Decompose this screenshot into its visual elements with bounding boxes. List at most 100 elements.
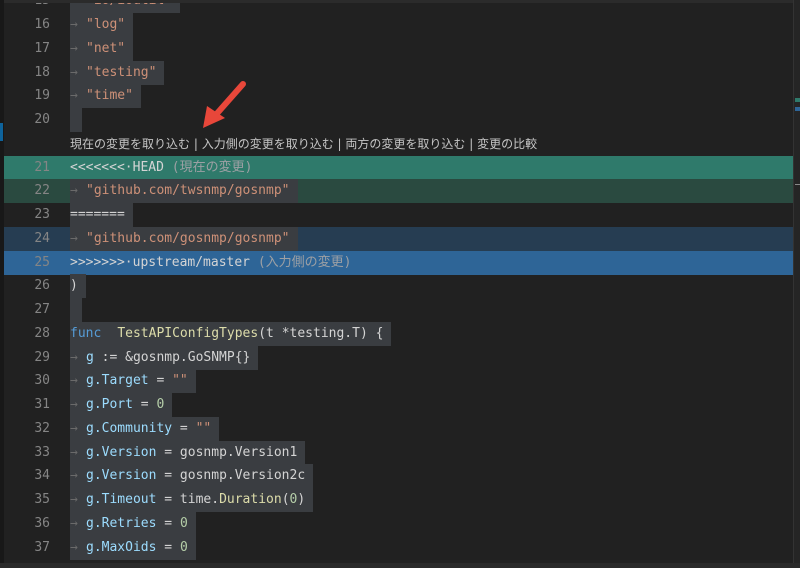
line-number: 35: [34, 492, 50, 507]
code-line: 29 → g := &gosnmp.GoSNMP{}: [0, 345, 793, 370]
code-text: [70, 298, 82, 322]
selection-highlight: → g.MaxOids = 0: [70, 535, 196, 560]
code-line: 25 >>>>>>>·upstream/master (入力側の変更): [0, 250, 793, 275]
selection-highlight: → g.Timeout = time.Duration(0): [70, 488, 314, 512]
cursor-line-marker: [0, 123, 3, 141]
token-field: g.MaxOids: [86, 539, 157, 555]
code-line: 33 → g.Version = gosnmp.Version1: [0, 440, 793, 465]
line-number: 28: [34, 325, 50, 341]
token-hint: (現在の変更): [163, 159, 253, 175]
codelens-accept-both[interactable]: 両方の変更を取り込む: [345, 137, 465, 151]
code-text: [70, 108, 82, 132]
tab-arrow-icon: →: [70, 539, 78, 555]
editor-scrollbar[interactable]: [793, 0, 800, 568]
token-plain: =: [148, 373, 173, 389]
selection-highlight: → g.Retries = 0: [70, 511, 196, 536]
code-line: 27: [0, 298, 793, 322]
codelens-compare[interactable]: 変更の比較: [477, 137, 537, 151]
code-text: =======: [70, 203, 133, 227]
token-hint: (入力側の変更): [250, 254, 352, 270]
token-string: "": [172, 373, 188, 389]
code-line: 26): [0, 274, 793, 299]
line-number: 17: [34, 40, 50, 56]
code-text: → g.Version = gosnmp.Version2c: [70, 464, 314, 489]
scrollbar-cursor-marker: [795, 184, 800, 185]
token-plain: ): [70, 278, 78, 294]
code-line: 31 → g.Port = 0: [0, 393, 793, 417]
token-plain: (t: [258, 325, 282, 341]
code-line: 20: [0, 108, 793, 132]
line-number: 27: [34, 302, 50, 317]
code-line: 21 <<<<<<<·HEAD (現在の変更): [0, 155, 793, 180]
selection-highlight: → g.Community = "": [70, 416, 220, 441]
line-number: 16: [34, 17, 50, 32]
token-number: 0: [156, 397, 165, 412]
tab-arrow-icon: →: [70, 17, 78, 32]
code-line: 18 → "testing": [0, 60, 793, 85]
token-string: "log": [86, 17, 126, 32]
line-number: 24: [34, 230, 50, 246]
code-text: → "net": [70, 36, 134, 61]
code-line: 30 → g.Target = "": [0, 369, 793, 394]
line-number: 33: [34, 444, 50, 460]
tab-arrow-icon: →: [70, 40, 78, 56]
selection-highlight: func TestAPIConfigTypes(t *testing.T) {: [70, 321, 392, 346]
line-number: 30: [34, 373, 50, 389]
token-plain: =: [156, 539, 180, 555]
code-text: → "time": [70, 84, 141, 109]
token-field: g.Port: [86, 397, 133, 412]
code-text: → g.Port = 0: [70, 393, 173, 417]
tab-arrow-icon: →: [70, 88, 78, 104]
codelens-accept-incoming[interactable]: 入力側の変更を取り込む: [202, 137, 334, 151]
code-text: → g.Community = "": [70, 416, 220, 441]
token-field: g.Retries: [86, 515, 157, 531]
selection-highlight: → g := &gosnmp.GoSNMP{}: [70, 345, 259, 370]
tab-arrow-icon: →: [70, 420, 78, 436]
code-text: → g.Target = "": [70, 369, 196, 394]
code-line: 19 → "time": [0, 84, 793, 109]
selection-highlight: → g.Target = "": [70, 369, 196, 394]
token-field: g: [86, 349, 94, 365]
selection-highlight: [70, 298, 82, 322]
selection-highlight: → "log": [70, 13, 134, 37]
tab-arrow-icon: →: [70, 492, 78, 507]
codelens-separator: |: [333, 136, 346, 151]
line-number: 21: [34, 159, 50, 175]
selection-highlight: → "net": [70, 36, 134, 61]
selection-highlight: [70, 108, 82, 132]
code-line: 16 → "log": [0, 13, 793, 37]
token-plain: =======: [70, 207, 125, 222]
token-plain: ): [297, 492, 306, 507]
code-text: → "testing": [70, 60, 165, 85]
code-text: → g.Timeout = time.Duration(0): [70, 488, 314, 512]
selection-highlight: → g.Version = gosnmp.Version2c: [70, 464, 314, 489]
code-text: >>>>>>>·upstream/master (入力側の変更): [70, 251, 352, 275]
code-editor[interactable]: 15 → "io/ioutil" 16 → "log" 17 → "net" 18 → "testin…: [0, 0, 793, 568]
code-line: 23 =======: [0, 203, 793, 227]
code-text: → g.MaxOids = 0: [70, 535, 196, 560]
code-line: 24 → "github.com/gosnmp/gosnmp": [0, 226, 793, 251]
line-number: 23: [34, 207, 50, 222]
token-function: TestAPIConfigTypes: [117, 325, 259, 341]
selection-highlight: → "testing": [70, 60, 165, 85]
line-number: 29: [34, 349, 50, 365]
code-text: func TestAPIConfigTypes(t *testing.T) {: [70, 321, 392, 346]
codelens-accept-current[interactable]: 現在の変更を取り込む: [70, 137, 190, 151]
code-line: 36 → g.Retries = 0: [0, 511, 793, 536]
token-field: g.Timeout: [86, 492, 157, 507]
scrollbar-marker-incoming: [795, 107, 800, 111]
token-string: "": [195, 420, 212, 436]
token-plain: (: [281, 492, 290, 507]
selection-highlight: → "github.com/gosnmp/gosnmp": [70, 226, 298, 251]
line-number: 18: [34, 64, 50, 80]
tab-arrow-icon: →: [70, 397, 78, 412]
status-edge: [0, 563, 800, 568]
token-keyword: func: [70, 325, 102, 341]
token-field: g.Version: [86, 444, 157, 460]
code-text: → "log": [70, 13, 134, 37]
token-plain: =: [132, 397, 157, 412]
code-line: 32 → g.Community = "": [0, 416, 793, 441]
token-plain: >>>>>>>·upstream/master: [70, 254, 251, 270]
tab-arrow-icon: →: [70, 373, 78, 389]
selection-highlight: =======: [70, 203, 133, 227]
